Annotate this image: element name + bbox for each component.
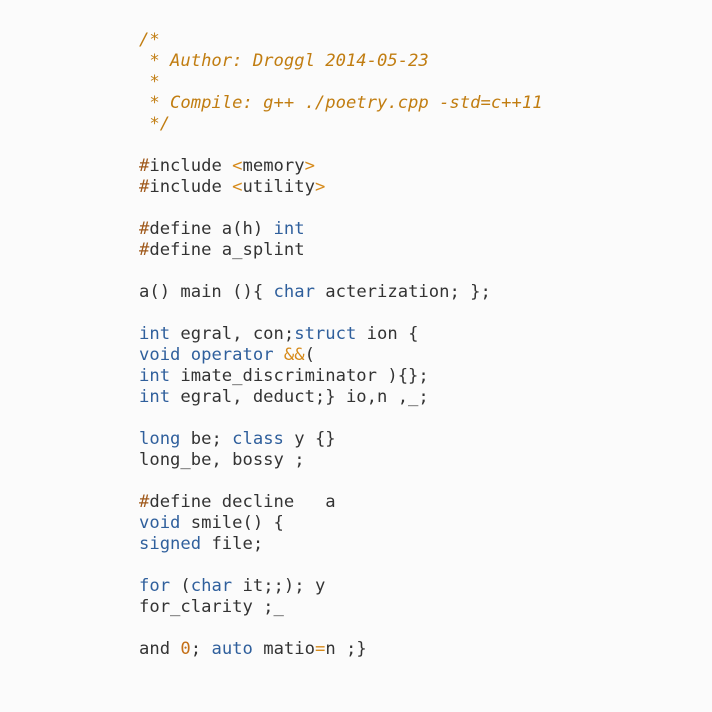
code-line: for (char it;;); y — [139, 576, 543, 597]
code-token: * Compile: g++ ./poetry.cpp -std=c++11 — [139, 93, 543, 113]
code-token: memory — [242, 156, 305, 176]
code-line: #define a_splint — [139, 240, 543, 261]
code-line: * Compile: g++ ./poetry.cpp -std=c++11 — [139, 93, 543, 114]
code-line: and 0; auto matio=n ;} — [139, 639, 543, 660]
code-token: < — [232, 156, 243, 176]
code-token: ( — [304, 345, 315, 365]
code-token: void — [139, 345, 181, 365]
code-token: it;;); y — [232, 576, 326, 596]
code-token: # — [139, 240, 150, 260]
code-token: define decline a — [149, 492, 336, 512]
code-token: file; — [201, 534, 264, 554]
code-line: #include <utility> — [139, 177, 543, 198]
code-token: and — [139, 639, 181, 659]
code-token: class — [232, 429, 284, 449]
code-token: 0 — [180, 639, 191, 659]
code-token: # — [139, 219, 150, 239]
code-token: n ;} — [325, 639, 367, 659]
code-token: ion { — [356, 324, 419, 344]
source-code-block: /* * Author: Droggl 2014-05-23 * * Compi… — [139, 30, 543, 660]
code-token: define a_splint — [149, 240, 305, 260]
code-token: long — [139, 429, 181, 449]
code-token: long_be, bossy ; — [139, 450, 305, 470]
code-viewer: /* * Author: Droggl 2014-05-23 * * Compi… — [0, 0, 712, 712]
code-token: /* — [139, 30, 160, 50]
code-token: # — [139, 156, 150, 176]
code-line: * Author: Droggl 2014-05-23 — [139, 51, 543, 72]
code-token: * — [139, 72, 160, 92]
code-line: long_be, bossy ; — [139, 450, 543, 471]
code-token: # — [139, 492, 150, 512]
code-line: void operator &&( — [139, 345, 543, 366]
code-token: */ — [139, 114, 171, 134]
code-line: #define a(h) int — [139, 219, 543, 240]
code-token: include — [149, 156, 233, 176]
code-token: a() main (){ — [139, 282, 274, 302]
code-token: smile() { — [180, 513, 284, 533]
code-line: */ — [139, 114, 543, 135]
code-token: char — [190, 576, 233, 596]
code-token: imate_discriminator ){}; — [170, 366, 429, 386]
code-token: y {} — [283, 429, 336, 449]
code-token: int — [139, 324, 171, 344]
code-token: be; — [180, 429, 233, 449]
code-line: int imate_discriminator ){}; — [139, 366, 543, 387]
code-token: > — [314, 177, 326, 197]
code-token: matio — [252, 639, 315, 659]
code-line: void smile() { — [139, 513, 543, 534]
code-token: operator — [190, 345, 274, 365]
code-line: * — [139, 72, 543, 93]
code-line: int egral, con;struct ion { — [139, 324, 543, 345]
code-line: /* — [139, 30, 543, 51]
code-line: long be; class y {} — [139, 429, 543, 450]
code-token: egral, deduct;} io,n ,_; — [170, 387, 429, 407]
code-line: #define decline a — [139, 492, 543, 513]
code-token: acterization; }; — [314, 282, 491, 302]
code-token: egral, con; — [170, 324, 295, 344]
code-token: include — [149, 177, 233, 197]
code-token: < — [232, 177, 243, 197]
code-line: a() main (){ char acterization; }; — [139, 282, 543, 303]
code-token: ; — [190, 639, 212, 659]
code-token: for_clarity ;_ — [139, 597, 284, 617]
code-token: int — [139, 366, 171, 386]
code-token: void — [139, 513, 181, 533]
code-token: for — [139, 576, 171, 596]
code-token: && — [283, 345, 305, 365]
code-line: signed file; — [139, 534, 543, 555]
code-token: int — [139, 387, 171, 407]
code-token: int — [273, 219, 305, 239]
code-token: = — [314, 639, 326, 659]
code-token: * Author: Droggl 2014-05-23 — [139, 51, 429, 71]
code-line: int egral, deduct;} io,n ,_; — [139, 387, 543, 408]
code-line: for_clarity ;_ — [139, 597, 543, 618]
code-token: signed — [139, 534, 202, 554]
code-token: char — [273, 282, 315, 302]
code-token: # — [139, 177, 150, 197]
code-token: ( — [170, 576, 191, 596]
code-token: auto — [211, 639, 253, 659]
code-line: #include <memory> — [139, 156, 543, 177]
code-token: > — [304, 156, 315, 176]
code-token: define a(h) — [149, 219, 274, 239]
code-token: utility — [242, 177, 315, 197]
code-token: struct — [294, 324, 357, 344]
